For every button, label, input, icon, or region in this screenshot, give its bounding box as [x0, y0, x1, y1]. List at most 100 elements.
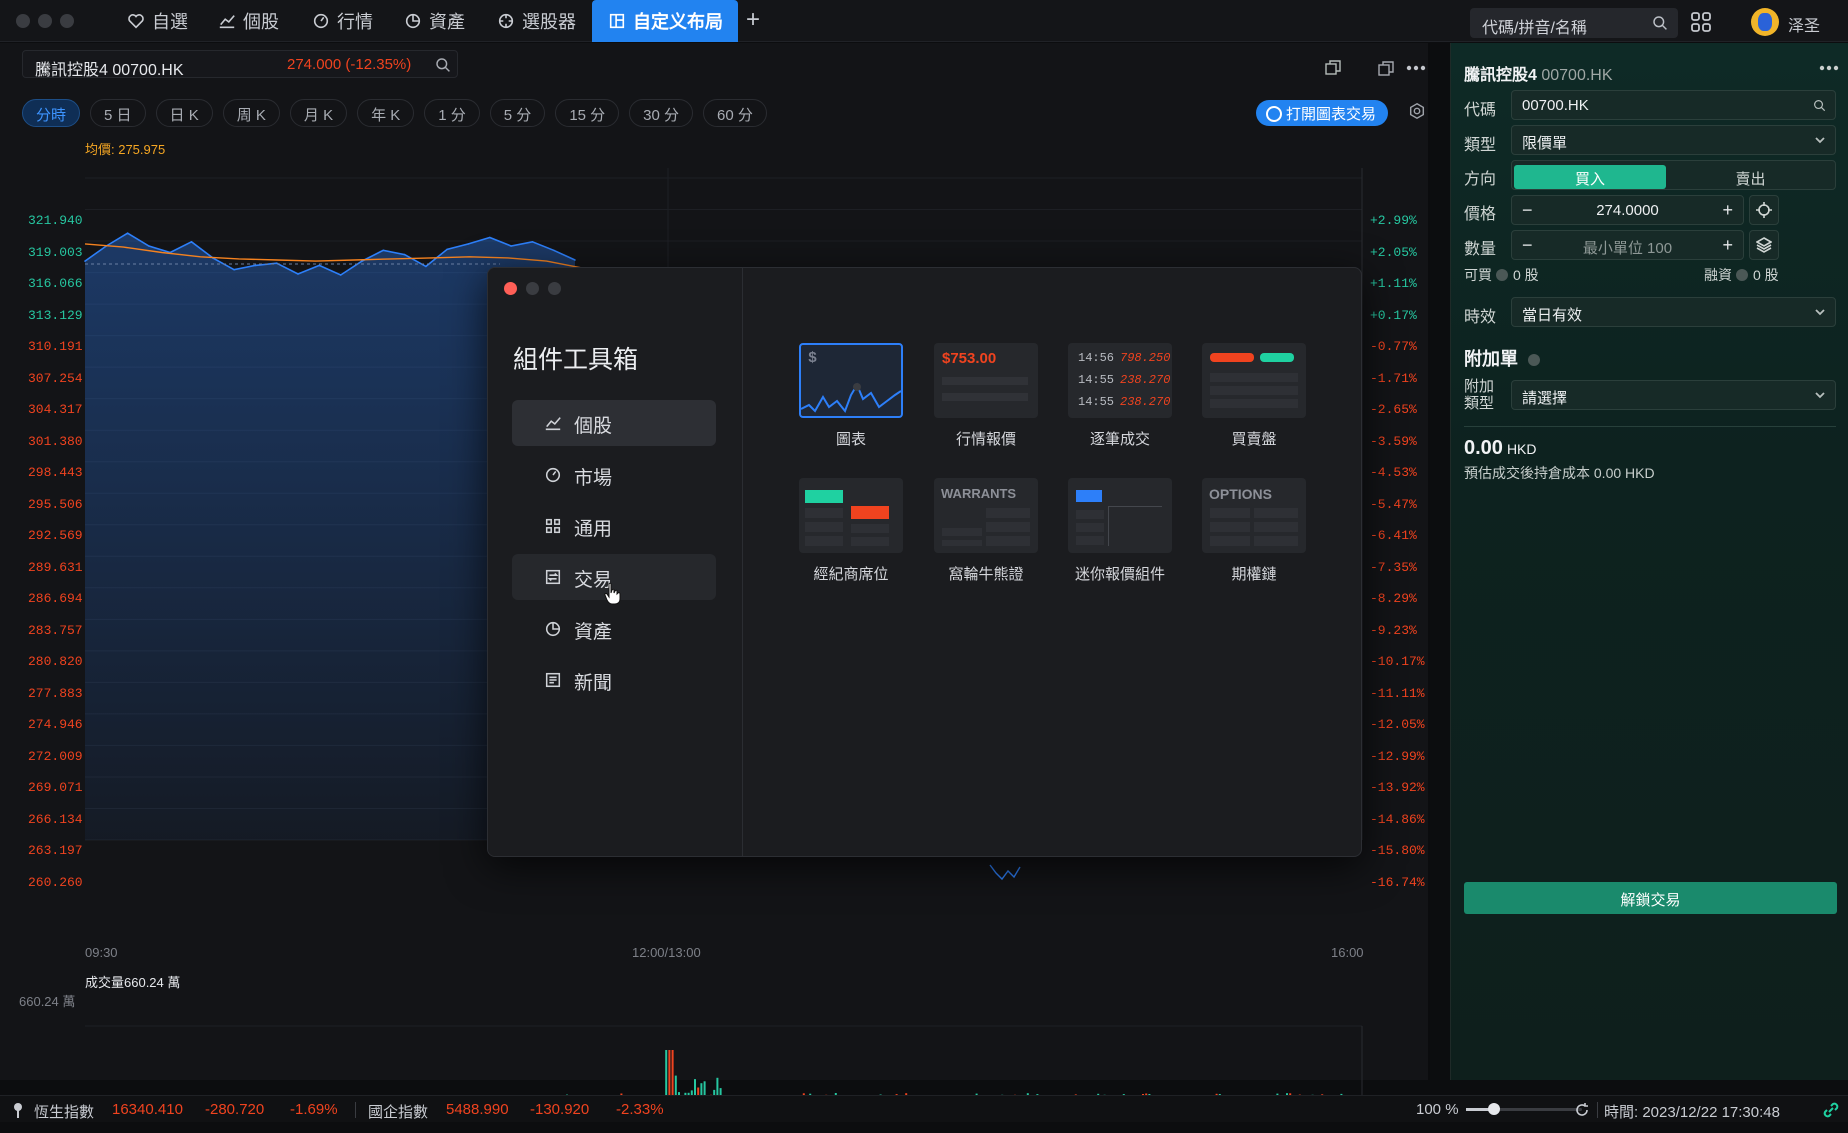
- price-point: [148, 245, 150, 247]
- widget-tick-trades[interactable]: 14:56 798.250 14:55 238.270 14:55 238.27…: [1068, 343, 1172, 449]
- settings-icon[interactable]: [1408, 102, 1426, 120]
- validity-label: 時效: [1464, 309, 1497, 326]
- pie-icon: [405, 13, 421, 29]
- price-point: [489, 236, 491, 239]
- window-minimize-dot[interactable]: [38, 14, 52, 28]
- attach-type-select[interactable]: 請選擇: [1511, 380, 1836, 410]
- widget-warrants[interactable]: WARRANTS 窩輪牛熊證: [934, 478, 1038, 584]
- layout-icon: [609, 13, 625, 29]
- info-icon[interactable]: [1496, 269, 1508, 281]
- can-buy-label: 可買: [1464, 267, 1492, 283]
- qty-layers-button[interactable]: [1749, 230, 1779, 260]
- widget-thumbnail: $: [799, 343, 903, 418]
- tick-time: 14:55: [1078, 373, 1115, 387]
- category-news[interactable]: 新聞: [512, 657, 716, 703]
- attach-type-value: 請選擇: [1522, 390, 1568, 407]
- y-axis-price-label: 289.631: [28, 559, 83, 575]
- period-intraday[interactable]: 分時: [22, 99, 81, 127]
- hscei-name[interactable]: 國企指數: [368, 1101, 428, 1122]
- widget-order-book[interactable]: 買賣盤: [1202, 343, 1306, 449]
- global-search-input[interactable]: 代碼/拼音/名稱: [1470, 8, 1678, 38]
- open-chart-trade-button[interactable]: 打開圖表交易: [1256, 100, 1389, 126]
- order-type-select[interactable]: 限價單: [1511, 125, 1836, 155]
- period-5min[interactable]: 5 分: [489, 99, 546, 127]
- stock-selector[interactable]: 騰訊控股4 00700.HK 274.000 (-12.35%): [22, 50, 458, 79]
- period-weekly[interactable]: 周 K: [222, 99, 280, 127]
- username[interactable]: 泽圣: [1788, 12, 1820, 36]
- sell-button[interactable]: 賣出: [1669, 165, 1832, 189]
- pin-icon[interactable]: [12, 1102, 24, 1118]
- search-icon[interactable]: [435, 57, 451, 73]
- y-axis-percent-label: -5.47%: [1370, 496, 1417, 512]
- widget-broker-queue[interactable]: 經紀商席位: [799, 478, 903, 584]
- zoom-slider-handle[interactable]: [1488, 1103, 1500, 1115]
- validity-select[interactable]: 當日有效: [1511, 297, 1836, 327]
- more-icon[interactable]: [1819, 65, 1839, 71]
- dialog-close-dot[interactable]: [504, 282, 517, 295]
- category-general[interactable]: 通用: [512, 503, 716, 549]
- tab-assets[interactable]: 資產: [394, 0, 475, 42]
- hscei-change: -130.920: [530, 1101, 590, 1118]
- exchange-icon: [545, 569, 561, 585]
- zoom-slider[interactable]: [1466, 1103, 1582, 1115]
- tab-watchlist[interactable]: 自選: [117, 0, 198, 42]
- dialog-maximize-dot[interactable]: [548, 282, 561, 295]
- widget-thumbnail: [1202, 343, 1306, 418]
- period-daily[interactable]: 日 K: [155, 99, 213, 127]
- period-15min[interactable]: 15 分: [555, 99, 620, 127]
- tab-custom-layout[interactable]: 自定义布局: [592, 0, 738, 42]
- code-input[interactable]: 00700.HK: [1511, 90, 1836, 120]
- category-stock[interactable]: 個股: [512, 400, 716, 446]
- y-axis-percent-label: -12.99%: [1370, 748, 1425, 764]
- popout-icon[interactable]: [1378, 61, 1394, 77]
- tick-time: 14:55: [1078, 395, 1115, 409]
- avatar[interactable]: [1751, 8, 1779, 36]
- price-decrement[interactable]: −: [1522, 200, 1533, 221]
- tab-market[interactable]: 行情: [302, 0, 383, 42]
- buy-button[interactable]: 買入: [1514, 165, 1666, 189]
- popout-icon[interactable]: [1325, 60, 1341, 76]
- widget-chart[interactable]: $ 圖表: [799, 343, 903, 449]
- period-60min[interactable]: 60 分: [703, 99, 767, 127]
- category-assets[interactable]: 資產: [512, 606, 716, 652]
- tab-screener[interactable]: 選股器: [487, 0, 586, 42]
- refresh-icon[interactable]: [1574, 1102, 1590, 1118]
- tab-label: 自定义布局: [633, 12, 723, 32]
- info-icon[interactable]: [1528, 354, 1540, 366]
- tab-stock[interactable]: 個股: [208, 0, 289, 42]
- info-icon[interactable]: [1736, 269, 1748, 281]
- period-30min[interactable]: 30 分: [629, 99, 694, 127]
- widget-quote[interactable]: $753.00 行情報價: [934, 343, 1038, 449]
- qty-decrement[interactable]: −: [1522, 235, 1533, 256]
- hsi-name[interactable]: 恆生指數: [34, 1101, 94, 1122]
- category-market[interactable]: 市場: [512, 452, 716, 498]
- add-tab-button[interactable]: +: [746, 6, 760, 34]
- order-total: 0.00 HKD: [1464, 437, 1537, 460]
- widget-label: 經紀商席位: [813, 566, 889, 583]
- trade-panel: 騰訊控股4 00700.HK 代碼 00700.HK 類型 限價單 方向 買入 …: [1325, 43, 1848, 1080]
- qty-increment[interactable]: +: [1722, 235, 1733, 256]
- price-stepper[interactable]: − 274.0000 +: [1511, 195, 1744, 225]
- link-icon[interactable]: [1822, 1101, 1840, 1119]
- unlock-trade-button[interactable]: 解鎖交易: [1464, 882, 1837, 914]
- window-close-dot[interactable]: [16, 14, 30, 28]
- stock-name: 騰訊控股4 00700.HK: [35, 62, 184, 79]
- price-increment[interactable]: +: [1722, 200, 1733, 221]
- more-icon[interactable]: [1406, 65, 1426, 71]
- apps-grid-icon[interactable]: [1690, 11, 1712, 33]
- period-5d[interactable]: 5 日: [90, 99, 146, 127]
- trade-stock-code: 00700.HK: [1541, 67, 1613, 84]
- qty-stepper[interactable]: − 最小單位 100 +: [1511, 230, 1744, 260]
- y-axis-price-label: 274.946: [28, 717, 83, 733]
- period-monthly[interactable]: 月 K: [289, 99, 348, 127]
- window-maximize-dot[interactable]: [60, 14, 74, 28]
- widget-label: 行情報價: [955, 431, 1016, 448]
- widget-options-chain[interactable]: OPTIONS 期權鏈: [1202, 478, 1306, 584]
- period-yearly[interactable]: 年 K: [357, 99, 415, 127]
- period-1min[interactable]: 1 分: [424, 99, 480, 127]
- widget-mini-quote[interactable]: 迷你報價組件: [1068, 478, 1172, 584]
- x-label-open: 09:30: [85, 945, 118, 960]
- category-label: 新聞: [574, 673, 613, 694]
- dialog-minimize-dot[interactable]: [526, 282, 539, 295]
- price-locate-button[interactable]: [1749, 195, 1779, 225]
